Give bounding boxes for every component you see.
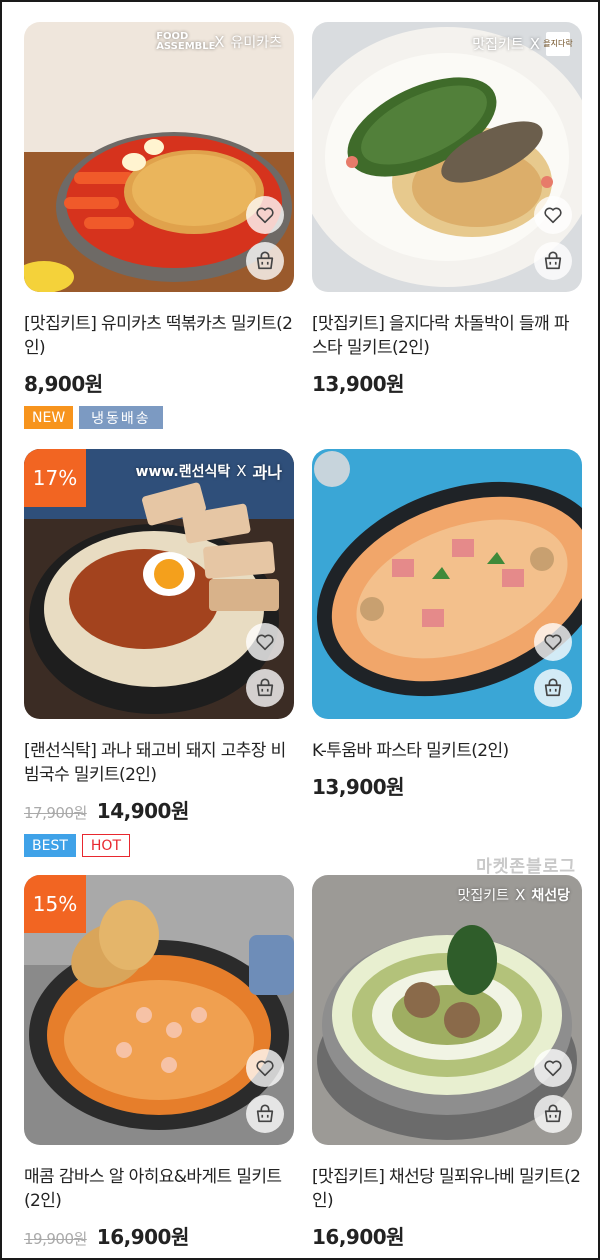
discount-badge: 17% <box>24 449 86 507</box>
price-row: 8,900원 <box>24 368 294 397</box>
brand-collab-label: 맛집키트 X 채선당 <box>458 885 570 905</box>
wishlist-button[interactable] <box>534 196 572 234</box>
shopping-bag-icon <box>256 1104 274 1123</box>
discount-badge: 15% <box>24 875 86 933</box>
price-row: 13,900원 <box>312 368 582 397</box>
sale-price: 16,900원 <box>312 1225 405 1249</box>
add-to-cart-button[interactable] <box>534 1095 572 1133</box>
heart-icon <box>256 1060 274 1077</box>
brand-separator: X <box>529 35 540 53</box>
hot-badge: HOT <box>81 834 130 857</box>
brand-collab-label: FOOD ASSEMBLE X 유미카츠 <box>156 32 282 52</box>
product-title[interactable]: K-투움바 파스타 밀키트(2인) <box>312 739 582 763</box>
price-row: 16,900원 <box>312 1221 582 1250</box>
shopping-bag-icon <box>544 678 562 697</box>
product-card[interactable]: 맛집키트 X 을지다락 [맛집키트] 을지다락 차돌박이 들깨 파스타 밀키트(… <box>312 22 582 397</box>
brand-separator: X <box>515 886 526 904</box>
brand-left: www.랜선식탁 <box>135 464 231 480</box>
shopping-bag-icon <box>256 251 274 270</box>
best-badge: BEST <box>24 834 76 857</box>
sale-price: 13,900원 <box>312 775 405 799</box>
badge-row: BEST HOT <box>24 834 130 857</box>
product-card[interactable]: 맛집키트 X 채선당 [맛집키트] 채선당 밀푀유나베 밀키트(2인) 16,9… <box>312 875 582 1250</box>
price-row: 19,900원 16,900원 <box>24 1221 294 1250</box>
brand-separator: X <box>214 33 225 51</box>
price-row: 17,900원 14,900원 <box>24 795 294 824</box>
brand-separator: X <box>236 462 247 480</box>
product-card[interactable]: FOOD ASSEMBLE X 유미카츠 [맛집키트] 유미카츠 떡볶카츠 밀키… <box>24 22 294 397</box>
brand-right: 유미카츠 <box>230 35 282 51</box>
product-card[interactable]: 17% www.랜선식탁 X 과나 [랜선식탁] 과나 돼고비 돼지 고추장 비… <box>24 449 294 824</box>
product-title[interactable]: [랜선식탁] 과나 돼고비 돼지 고추장 비빔국수 밀키트(2인) <box>24 739 294 787</box>
original-price: 19,900원 <box>24 1230 87 1248</box>
brand-right: 채선당 <box>531 888 570 904</box>
brand-collab-label: www.랜선식탁 X 과나 <box>136 459 282 483</box>
product-title[interactable]: [맛집키트] 채선당 밀푀유나베 밀키트(2인) <box>312 1165 582 1213</box>
add-to-cart-button[interactable] <box>246 1095 284 1133</box>
brand-left: 맛집키트 <box>472 37 524 53</box>
sale-price: 8,900원 <box>24 372 103 396</box>
new-badge: NEW <box>24 406 74 429</box>
brand-left: FOOD ASSEMBLE <box>156 31 216 52</box>
product-image[interactable] <box>312 449 582 719</box>
product-card[interactable]: 15% 매콤 감바스 알 아히요&바게트 밀키트(2인) 19,900원 16,… <box>24 875 294 1250</box>
frozen-delivery-badge: 냉동배송 <box>79 406 163 429</box>
product-card[interactable]: K-투움바 파스타 밀키트(2인) 13,900원 <box>312 449 582 800</box>
brand-right: 을지다락 <box>543 32 573 56</box>
product-image[interactable]: 17% www.랜선식탁 X 과나 <box>24 449 294 719</box>
add-to-cart-button[interactable] <box>246 242 284 280</box>
wishlist-button[interactable] <box>534 1049 572 1087</box>
heart-icon <box>544 1060 562 1077</box>
sale-price: 16,900원 <box>96 1225 190 1249</box>
original-price: 17,900원 <box>24 804 87 822</box>
sale-price: 14,900원 <box>96 799 190 823</box>
blog-watermark: 마켓존블로그 <box>476 857 576 877</box>
product-image[interactable]: 맛집키트 X 을지다락 <box>312 22 582 292</box>
sale-price: 13,900원 <box>312 372 405 396</box>
wishlist-button[interactable] <box>246 623 284 661</box>
shopping-bag-icon <box>544 251 562 270</box>
wishlist-button[interactable] <box>534 623 572 661</box>
product-title[interactable]: [맛집키트] 을지다락 차돌박이 들깨 파스타 밀키트(2인) <box>312 312 582 360</box>
product-title[interactable]: 매콤 감바스 알 아히요&바게트 밀키트(2인) <box>24 1165 294 1213</box>
heart-icon <box>544 634 562 651</box>
product-image[interactable]: 맛집키트 X 채선당 <box>312 875 582 1145</box>
brand-collab-label: 맛집키트 X 을지다락 <box>472 32 573 56</box>
heart-icon <box>256 207 274 224</box>
badge-row: NEW 냉동배송 <box>24 406 163 429</box>
shopping-bag-icon <box>544 1104 562 1123</box>
wishlist-button[interactable] <box>246 1049 284 1087</box>
add-to-cart-button[interactable] <box>534 669 572 707</box>
add-to-cart-button[interactable] <box>534 242 572 280</box>
product-title[interactable]: [맛집키트] 유미카츠 떡볶카츠 밀키트(2인) <box>24 312 294 360</box>
price-row: 13,900원 <box>312 771 582 800</box>
product-grid-page: FOOD ASSEMBLE X 유미카츠 [맛집키트] 유미카츠 떡볶카츠 밀키… <box>0 0 600 1260</box>
brand-left: 맛집키트 <box>457 888 510 904</box>
heart-icon <box>256 634 274 651</box>
heart-icon <box>544 207 562 224</box>
product-image[interactable]: 15% <box>24 875 294 1145</box>
wishlist-button[interactable] <box>246 196 284 234</box>
brand-right: 과나 <box>252 463 282 482</box>
add-to-cart-button[interactable] <box>246 669 284 707</box>
shopping-bag-icon <box>256 678 274 697</box>
product-image[interactable]: FOOD ASSEMBLE X 유미카츠 <box>24 22 294 292</box>
